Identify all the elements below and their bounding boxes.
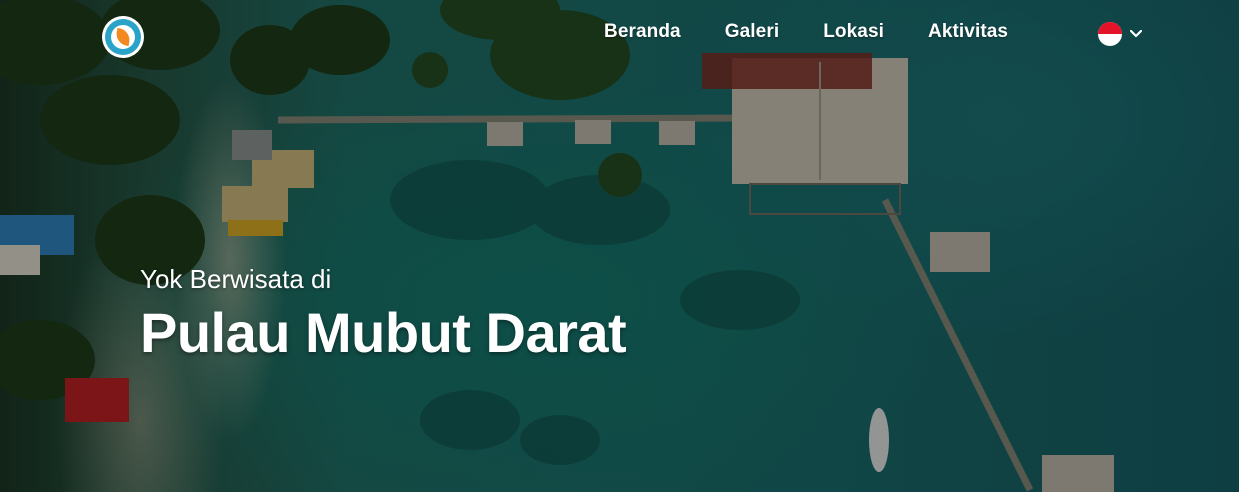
logo-inner [111,25,135,49]
site-logo[interactable] [102,16,144,58]
logo-ring [105,19,141,55]
nav-item-lokasi[interactable]: Lokasi [823,21,884,43]
hero-title: Pulau Mubut Darat [140,301,627,364]
language-selector[interactable] [1098,22,1142,46]
nav-item-aktivitas[interactable]: Aktivitas [928,21,1008,43]
chevron-down-icon [1130,30,1142,38]
hero-subtitle: Yok Berwisata di [140,264,332,294]
indonesia-flag-icon [1098,22,1122,46]
nav-item-beranda[interactable]: Beranda [604,21,681,43]
hero-section: Beranda Galeri Lokasi Aktivitas Yok Berw… [0,0,1239,492]
leaf-logo-icon [114,27,132,47]
dark-overlay [0,0,1239,492]
nav-item-galeri[interactable]: Galeri [725,21,779,43]
main-navigation: Beranda Galeri Lokasi Aktivitas [604,21,1052,43]
